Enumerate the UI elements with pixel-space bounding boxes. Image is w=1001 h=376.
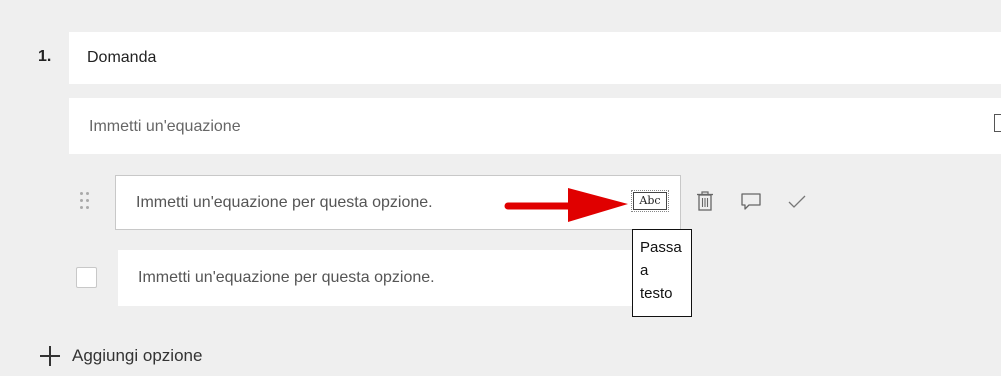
option-placeholder-2: Immetti un'equazione per questa opzione.	[138, 269, 435, 286]
equation-input[interactable]: Immetti un'equazione	[69, 98, 1001, 154]
question-number: 1.	[38, 48, 52, 65]
switch-to-text-button[interactable]: Abc	[631, 190, 669, 212]
tooltip-line-1: Passa	[640, 239, 682, 256]
option-placeholder-1: Immetti un'equazione per questa opzione.	[136, 194, 433, 211]
drag-handle-icon[interactable]	[80, 192, 92, 212]
comment-icon[interactable]	[740, 190, 762, 212]
option-input-2[interactable]: Immetti un'equazione per questa opzione.	[118, 250, 632, 306]
option-checkbox-2[interactable]	[76, 267, 97, 288]
question-title-text: Domanda	[87, 49, 157, 66]
tooltip-line-3: testo	[640, 285, 673, 302]
add-option-label: Aggiungi opzione	[72, 346, 203, 365]
check-icon[interactable]	[786, 190, 808, 212]
plus-icon	[40, 346, 60, 366]
red-arrow-annotation	[504, 188, 628, 222]
switch-to-text-tooltip: Passa a testo	[632, 229, 692, 317]
trash-icon[interactable]	[694, 190, 716, 212]
equation-placeholder: Immetti un'equazione	[89, 118, 241, 135]
question-title-field[interactable]: Domanda	[69, 32, 1001, 84]
tooltip-line-2: a	[640, 262, 649, 279]
image-icon[interactable]	[994, 114, 1001, 132]
add-option-button[interactable]: Aggiungi opzione	[40, 344, 202, 368]
